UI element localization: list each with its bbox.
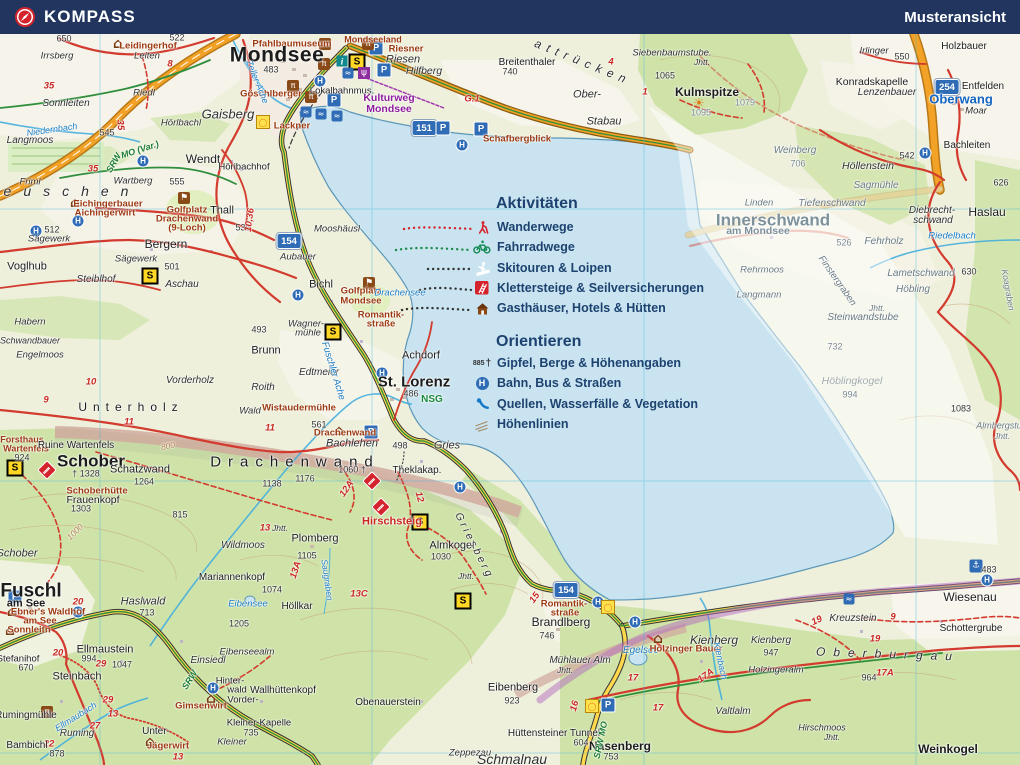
map-viewport[interactable]: 151154154254PPPPPPPPSSSSSSHHHHHHHHHHHHHH… [0, 0, 1020, 765]
eibensee-pond [245, 596, 255, 604]
top-bar: KOMPASS Musteransicht [0, 0, 1020, 34]
brand-name: KOMPASS [44, 7, 136, 27]
kompass-compass-icon [14, 6, 36, 28]
map-canvas [0, 0, 1020, 765]
page-title: Musteransicht [904, 9, 1006, 26]
kompass-logo[interactable]: KOMPASS [14, 6, 136, 28]
